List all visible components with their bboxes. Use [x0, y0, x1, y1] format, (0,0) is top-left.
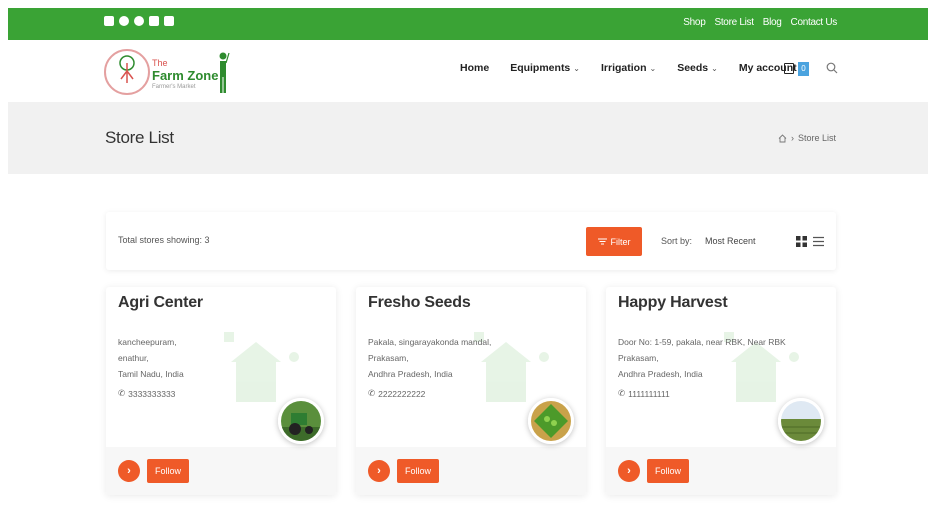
store-name[interactable]: Agri Center — [118, 294, 203, 312]
address-line: Tamil Nadu, India — [118, 369, 184, 379]
store-address: Door No: 1-59, pakala, near RBK, Near RB… — [618, 334, 818, 382]
cart-count-badge: 0 — [798, 62, 809, 76]
store-arrow-button[interactable]: › — [118, 460, 140, 482]
total-stores-text: Total stores showing: 3 — [118, 235, 210, 245]
linkedin-icon[interactable] — [149, 16, 159, 26]
store-address: Pakala, singarayakonda mandal, Prakasam,… — [368, 334, 568, 382]
store-phone: ✆ 3333333333 — [118, 388, 175, 399]
nav-label: Equipments — [510, 62, 571, 74]
page-title: Store List — [105, 128, 174, 147]
card-footer — [606, 447, 836, 495]
filter-button[interactable]: Filter — [586, 227, 642, 256]
top-links: Shop Store List Blog Contact Us — [683, 17, 837, 28]
address-line: Andhra Pradesh, India — [618, 369, 703, 379]
phone-number: 1111111111 — [628, 388, 670, 399]
store-avatar[interactable] — [528, 398, 574, 444]
store-avatar[interactable] — [778, 398, 824, 444]
store-phone: ✆ 2222222222 — [368, 388, 425, 399]
facebook-icon[interactable] — [119, 16, 129, 26]
phone-icon: ✆ — [118, 388, 126, 398]
phone-icon: ✆ — [368, 388, 376, 398]
store-phone: ✆ 1111111111 — [618, 388, 670, 399]
field-image — [781, 401, 821, 441]
phone-number: 2222222222 — [378, 388, 426, 399]
address-line: enathur, — [118, 353, 149, 363]
tractor-image — [281, 401, 321, 441]
seeds-image — [531, 401, 571, 441]
store-name[interactable]: Fresho Seeds — [368, 294, 471, 312]
address-line: Andhra Pradesh, India — [368, 369, 453, 379]
sort-select[interactable]: Most Recent — [696, 228, 776, 254]
nav-item-equipments[interactable]: Equipments ⌄ — [510, 62, 580, 74]
twitter-icon[interactable] — [104, 16, 114, 26]
store-arrow-button[interactable]: › — [368, 460, 390, 482]
main-nav: Home Equipments ⌄ Irrigation ⌄ Seeds ⌄ My a… — [460, 62, 797, 74]
top-bar: Shop Store List Blog Contact Us — [8, 8, 928, 40]
follow-button[interactable]: Follow — [147, 459, 189, 483]
breadcrumb: › Store List — [778, 133, 836, 143]
farmer-icon — [219, 52, 230, 93]
store-card: Happy Harvest Door No: 1-59, pakala, nea… — [606, 287, 836, 495]
logo-text-farm-zone: Farm Zone — [152, 68, 219, 83]
phone-icon: ✆ — [618, 388, 626, 398]
nav-item-irrigation[interactable]: Irrigation ⌄ — [601, 62, 656, 74]
nav-label: Home — [460, 62, 490, 74]
main-header: The Farm Zone Farmer's Market Home Equip… — [0, 40, 928, 102]
sort-label: Sort by: — [661, 236, 693, 246]
store-arrow-button[interactable]: › — [618, 460, 640, 482]
filter-icon — [597, 238, 607, 245]
store-address: kancheepuram, enathur, Tamil Nadu, India — [118, 334, 318, 382]
top-link-shop[interactable]: Shop — [683, 17, 705, 28]
breadcrumb-separator: › — [790, 133, 794, 143]
address-line: kancheepuram, — [118, 337, 177, 347]
nav-item-home[interactable]: Home — [460, 62, 489, 74]
page-banner: Store List › Store List — [8, 102, 928, 174]
grid-view-icon[interactable] — [796, 236, 807, 247]
address-line: Prakasam, — [368, 353, 409, 363]
logo-text-tagline: Farmer's Market — [152, 84, 196, 90]
chevron-down-icon: ⌄ — [649, 64, 657, 73]
store-card: Agri Center kancheepuram, enathur, Tamil… — [106, 287, 336, 495]
top-link-contact-us[interactable]: Contact Us — [791, 17, 838, 28]
store-name[interactable]: Happy Harvest — [618, 294, 728, 312]
list-view-icon[interactable] — [813, 236, 824, 247]
address-line: Door No: 1-59, pakala, near RBK, Near RB… — [618, 337, 786, 347]
youtube-icon[interactable] — [164, 16, 174, 26]
shopping-bag-icon — [784, 63, 794, 74]
home-icon[interactable] — [778, 133, 787, 143]
filter-button-label: Filter — [610, 236, 631, 247]
logo-text-the: The — [152, 58, 168, 68]
address-line: Prakasam, — [618, 353, 659, 363]
address-line: Pakala, singarayakonda mandal, — [368, 337, 492, 347]
chevron-down-icon: ⌄ — [573, 64, 580, 73]
store-avatar[interactable] — [278, 398, 324, 444]
top-link-store-list[interactable]: Store List — [714, 17, 754, 28]
follow-button[interactable]: Follow — [397, 459, 439, 483]
breadcrumb-current: Store List — [797, 133, 836, 143]
chevron-down-icon: ⌄ — [711, 64, 718, 73]
social-links — [104, 16, 174, 26]
card-footer — [106, 447, 336, 495]
follow-button[interactable]: Follow — [647, 459, 689, 483]
nav-label: Irrigation — [600, 62, 647, 74]
search-icon[interactable] — [826, 62, 838, 74]
nav-item-seeds[interactable]: Seeds ⌄ — [677, 62, 718, 74]
tree-icon — [119, 55, 135, 83]
store-filter-bar: Total stores showing: 3 Filter Sort by: … — [106, 212, 836, 270]
instagram-icon[interactable] — [134, 16, 144, 26]
cart-button[interactable]: 0 — [784, 62, 812, 78]
store-card: Fresho Seeds Pakala, singarayakonda mand… — [356, 287, 586, 495]
phone-number: 3333333333 — [128, 388, 176, 399]
card-footer — [356, 447, 586, 495]
nav-label: Seeds — [677, 62, 709, 74]
site-logo[interactable]: The Farm Zone Farmer's Market — [104, 49, 244, 99]
top-link-blog[interactable]: Blog — [763, 17, 782, 28]
